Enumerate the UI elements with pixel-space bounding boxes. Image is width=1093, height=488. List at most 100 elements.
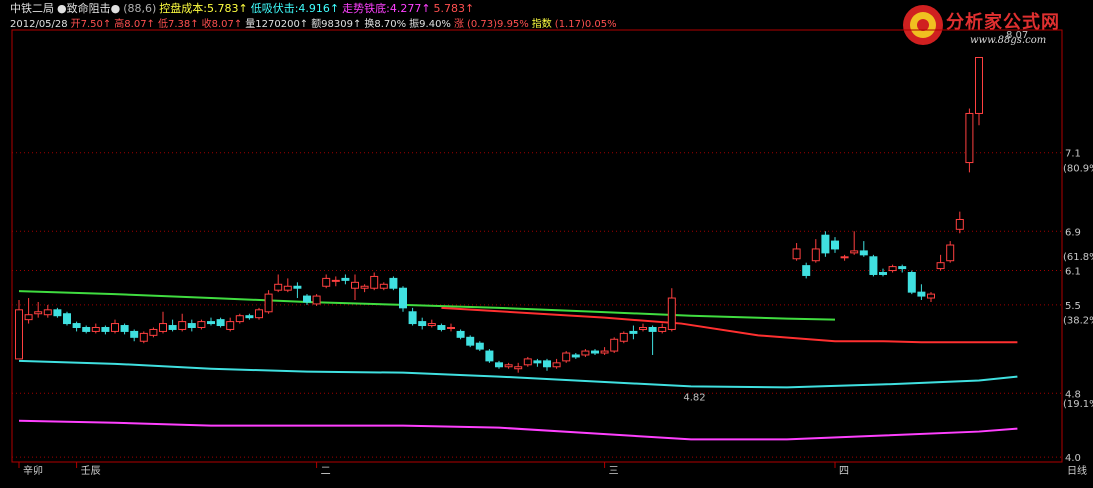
y-tick-label: 6.9 xyxy=(1065,227,1081,238)
candle-body xyxy=(552,362,561,368)
candle-body xyxy=(207,321,215,325)
x-tick-label: 四 xyxy=(839,466,849,477)
candle-body xyxy=(360,285,369,289)
y-tick-label: 5.5 xyxy=(1065,301,1081,312)
candle-body xyxy=(475,342,484,350)
candle-body xyxy=(648,326,657,332)
low-annotation: 4.82 xyxy=(683,392,705,403)
candle-body xyxy=(53,309,62,317)
candle-body xyxy=(879,272,887,275)
candle-body xyxy=(72,323,81,328)
candle-body xyxy=(389,277,398,289)
candle-body xyxy=(34,311,43,315)
candle-body xyxy=(792,248,801,260)
candle-body xyxy=(869,256,878,275)
period-label: 日线 xyxy=(1067,464,1087,477)
candle-body xyxy=(187,323,196,328)
candle-body xyxy=(370,275,379,289)
candle-body xyxy=(351,281,359,289)
candle-body xyxy=(399,287,407,309)
candle-body xyxy=(639,326,647,330)
candle-body xyxy=(408,311,417,325)
candle-body xyxy=(898,266,907,270)
candle-body xyxy=(168,325,177,330)
candle-body xyxy=(63,313,71,325)
candle-body xyxy=(850,250,859,254)
y-tick-label: 6.1 xyxy=(1065,267,1081,278)
candle-body xyxy=(610,338,619,352)
x-tick-label: 壬辰 xyxy=(81,465,101,477)
candle-body xyxy=(101,326,110,332)
candle-body xyxy=(907,272,916,293)
candle-body xyxy=(379,283,388,289)
candle-body xyxy=(427,323,436,327)
pct-label: (80.9% xyxy=(1063,163,1093,174)
candle-body xyxy=(178,321,187,330)
candle-body xyxy=(514,366,523,370)
x-tick-label: 二 xyxy=(321,466,331,477)
candle-body xyxy=(255,309,263,319)
candle-body xyxy=(341,277,350,281)
candle-body xyxy=(466,336,475,346)
candle-body xyxy=(91,326,100,332)
pct-label: (19.1% xyxy=(1063,399,1093,410)
candle-body xyxy=(312,295,321,305)
candlestick-chart[interactable]: 7.16.96.15.54.84.0(80.9%(61.8%(38.2%(19.… xyxy=(0,0,1093,488)
candle-body xyxy=(821,234,830,254)
candle-body xyxy=(447,326,455,329)
candle-body xyxy=(802,265,811,276)
candle-body xyxy=(629,330,638,334)
candle-body xyxy=(571,354,580,358)
candle-body xyxy=(859,250,868,256)
candle-body xyxy=(43,309,52,316)
y-tick-label: 4.0 xyxy=(1065,453,1081,464)
candle-body xyxy=(322,277,331,287)
candle-body xyxy=(149,328,158,336)
candle-body xyxy=(283,285,292,291)
candle-body xyxy=(619,332,628,342)
candle-body xyxy=(293,285,302,289)
candle-body xyxy=(159,323,167,332)
candle-body xyxy=(226,321,235,330)
plot-frame xyxy=(11,29,1063,463)
candle-body xyxy=(811,248,820,262)
candle-body xyxy=(495,362,503,368)
candle-body xyxy=(331,279,340,282)
candle-body xyxy=(831,240,839,250)
candle-body xyxy=(975,56,983,114)
candle-body xyxy=(111,323,119,332)
candle-body xyxy=(591,350,599,354)
candle-body xyxy=(965,112,974,164)
candle-body xyxy=(955,218,964,230)
candle-body xyxy=(840,256,849,259)
candle-body xyxy=(216,319,225,327)
candle-body xyxy=(15,309,23,360)
control-cost-line xyxy=(441,306,1018,344)
candle-body xyxy=(303,295,311,303)
candle-body xyxy=(264,293,273,313)
candle-body xyxy=(927,293,935,299)
candle-body xyxy=(197,321,206,328)
candle-body xyxy=(888,266,897,272)
candle-body xyxy=(485,350,494,362)
candle-body xyxy=(581,350,590,356)
candle-body xyxy=(936,262,945,270)
x-tick-label: 三 xyxy=(609,466,619,477)
x-tick-label: 辛卯 xyxy=(23,464,43,477)
candle-body xyxy=(130,330,139,338)
max-annotation: 8.07 xyxy=(1006,30,1028,41)
candle-body xyxy=(139,332,148,342)
y-tick-label: 7.1 xyxy=(1065,149,1081,160)
candle-body xyxy=(504,364,513,368)
candle-body xyxy=(667,297,676,330)
candle-body xyxy=(274,283,283,291)
candle-body xyxy=(235,315,244,323)
candle-body xyxy=(24,314,33,321)
candle-body xyxy=(523,358,532,366)
candle-body xyxy=(437,325,446,330)
candle-body xyxy=(946,244,955,262)
candle-body xyxy=(120,325,129,332)
candle-body xyxy=(245,315,254,319)
candle-body xyxy=(658,326,667,332)
candle-body xyxy=(600,350,609,354)
